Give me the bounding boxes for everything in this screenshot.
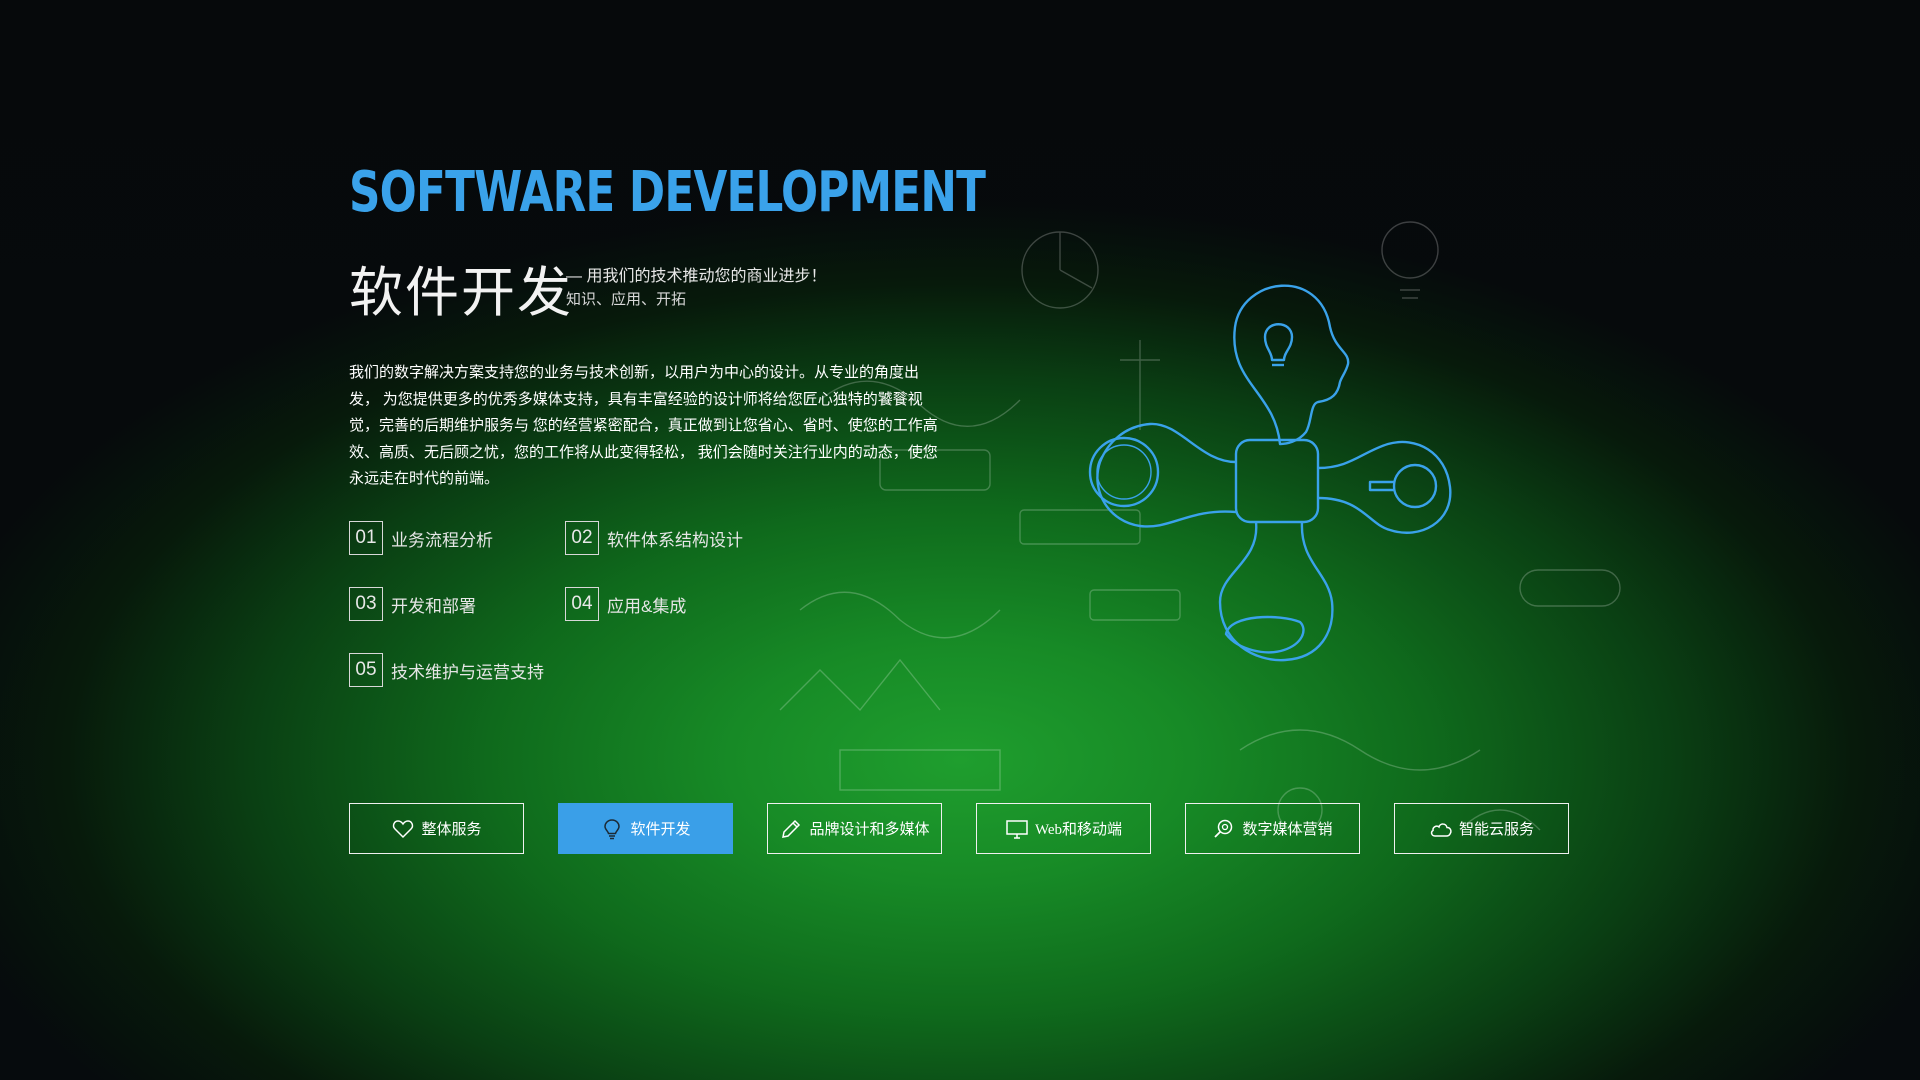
feature-number: 05: [349, 653, 383, 687]
feature-number: 03: [349, 587, 383, 621]
intro-paragraph: 我们的数字解决方案支持您的业务与技术创新，以用户为中心的设计。从专业的角度出发，…: [349, 365, 938, 487]
nav-button-digital-marketing[interactable]: 数字媒体营销: [1185, 803, 1360, 854]
monitor-icon: [1006, 819, 1028, 839]
subtags: 知识、应用、开拓: [566, 291, 687, 308]
nav-button-software-dev[interactable]: 软件开发: [558, 803, 733, 854]
feature-item: 05 技术维护与运营支持: [349, 653, 544, 687]
page-headline: SOFTWARE DEVELOPMENT: [349, 160, 986, 225]
nav-label: 品牌设计和多媒体: [809, 822, 930, 838]
nav-label: Web和移动端: [1034, 822, 1123, 838]
nav-button-overall-service[interactable]: 整体服务: [349, 803, 524, 854]
puzzle-head-illustration: [1088, 284, 1452, 662]
feature-number: 01: [349, 521, 383, 555]
lightbulb-icon: [604, 818, 621, 839]
nav-label: 数字媒体营销: [1242, 822, 1333, 838]
nav-label: 智能云服务: [1458, 822, 1534, 838]
cloud-icon: [1430, 822, 1452, 837]
feature-item: 04 应用&集成: [565, 587, 686, 621]
nav-button-cloud-service[interactable]: 智能云服务: [1394, 803, 1569, 854]
feature-label: 开发和部署: [391, 596, 476, 616]
nav-label: 整体服务: [421, 822, 482, 838]
search-icon: [1214, 819, 1233, 838]
feature-item: 01 业务流程分析: [349, 521, 493, 555]
feature-item: 03 开发和部署: [349, 587, 476, 621]
feature-label: 软件体系结构设计: [607, 530, 743, 550]
heart-icon: [393, 819, 414, 838]
nav-button-web-mobile[interactable]: Web和移动端: [976, 803, 1151, 854]
nav-button-brand-design[interactable]: 品牌设计和多媒体: [767, 803, 942, 854]
pencil-icon: [782, 819, 801, 838]
feature-item: 02 软件体系结构设计: [565, 521, 743, 555]
feature-number: 04: [565, 587, 599, 621]
section-title: 软件开发: [349, 263, 573, 323]
feature-number: 02: [565, 521, 599, 555]
feature-label: 应用&集成: [607, 596, 687, 616]
nav-label: 软件开发: [630, 822, 691, 838]
feature-label: 业务流程分析: [391, 530, 493, 550]
slogan: — 用我们的技术推动您的商业进步！: [566, 268, 827, 285]
feature-label: 技术维护与运营支持: [391, 662, 544, 682]
